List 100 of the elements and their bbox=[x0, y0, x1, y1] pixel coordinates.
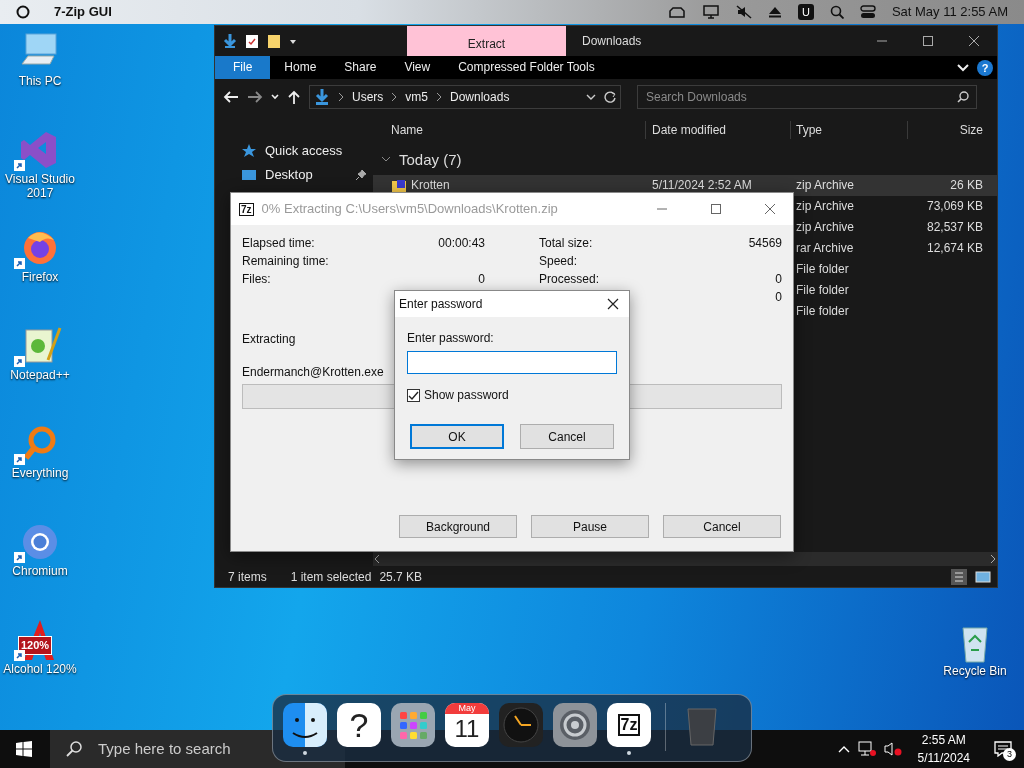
size-cell-text: 12,674 KB bbox=[925, 240, 984, 257]
taskbar-time[interactable]: 2:55 AM bbox=[921, 731, 966, 749]
drive-icon[interactable] bbox=[667, 5, 686, 19]
app-logo: 7z bbox=[239, 202, 254, 216]
logo-text: 120% bbox=[18, 636, 53, 655]
dialog-button[interactable]: OK bbox=[410, 424, 504, 449]
breadcrumb-item[interactable]: vm5 bbox=[405, 88, 428, 106]
muted-speaker-icon[interactable] bbox=[735, 5, 752, 19]
archiver-app-icon[interactable]: 7z bbox=[607, 703, 651, 747]
refresh-icon[interactable] bbox=[604, 91, 616, 103]
close-icon[interactable] bbox=[607, 298, 619, 310]
stat-value: 0 bbox=[775, 289, 782, 306]
context-tab[interactable]: Extract bbox=[407, 26, 566, 56]
column-header[interactable]: Name bbox=[373, 121, 646, 139]
field-label: Enter password: bbox=[407, 330, 495, 347]
network-icon[interactable] bbox=[857, 741, 876, 757]
dropdown-icon[interactable] bbox=[586, 92, 596, 102]
download-icon[interactable] bbox=[223, 33, 237, 49]
group-header[interactable]: Today (7) bbox=[399, 148, 462, 172]
stat-label: Remaining time: bbox=[242, 253, 329, 270]
desktop-icon-label[interactable]: Firefox bbox=[0, 270, 80, 285]
chevron-icon[interactable] bbox=[957, 62, 969, 73]
search-icon[interactable] bbox=[957, 91, 969, 103]
clock-icon[interactable] bbox=[499, 703, 543, 747]
stat-label: Total size: bbox=[539, 235, 593, 252]
dialog-title: 0% Extracting C:\Users\vm5\Downloads\Krotten.zip bbox=[261, 200, 558, 219]
type-cell-text: zip Archive bbox=[795, 198, 856, 215]
speaker-muted-icon[interactable] bbox=[883, 741, 902, 757]
forward-arrow-icon[interactable] bbox=[247, 90, 263, 104]
desktop-icon-label[interactable]: Notepad++ bbox=[0, 368, 80, 383]
type-cell-text: zip Archive bbox=[795, 177, 856, 194]
menubar-clock[interactable]: Sat May 11 2:55 AM bbox=[891, 2, 1008, 22]
stat-value: 54569 bbox=[748, 235, 782, 252]
start-icon[interactable] bbox=[16, 741, 32, 757]
scroll-right-icon[interactable] bbox=[989, 554, 997, 564]
date-cell-text: 5/11/2024 2:52 AM bbox=[651, 177, 753, 194]
stat-label: Elapsed time: bbox=[242, 235, 315, 252]
search-icon bbox=[66, 741, 82, 757]
calendar-day: 11 bbox=[454, 714, 480, 744]
dialog-button[interactable]: Pause bbox=[531, 515, 649, 538]
nav-item[interactable]: Quick access bbox=[265, 141, 343, 161]
help-button[interactable]: ? bbox=[977, 59, 993, 76]
ribbon-tab[interactable]: Compressed Folder Tools bbox=[444, 56, 609, 79]
window-title: Downloads bbox=[581, 33, 642, 50]
help-app-icon[interactable]: ? bbox=[337, 703, 381, 747]
desktop-icon-label[interactable]: Recycle Bin bbox=[943, 664, 1007, 679]
menu-circle-icon[interactable] bbox=[16, 5, 30, 19]
breadcrumb-item[interactable]: Users bbox=[352, 88, 384, 106]
back-arrow-icon[interactable] bbox=[223, 90, 239, 104]
stat-label: Files: bbox=[242, 271, 271, 288]
search-icon[interactable] bbox=[829, 5, 844, 19]
password-field[interactable] bbox=[407, 351, 617, 374]
chevron-up-icon[interactable] bbox=[837, 744, 850, 754]
eject-icon[interactable] bbox=[767, 5, 782, 19]
maximize-icon[interactable] bbox=[711, 204, 721, 214]
pin-icon[interactable] bbox=[355, 169, 367, 181]
taskbar-date[interactable]: 5/11/2024 bbox=[917, 749, 970, 767]
size-cell-text: 26 KB bbox=[949, 177, 984, 194]
stat-label: Processed: bbox=[539, 271, 600, 288]
monitor-icon[interactable] bbox=[701, 5, 720, 19]
column-header[interactable]: Date modified bbox=[646, 121, 791, 139]
column-header[interactable]: Size bbox=[908, 121, 991, 139]
type-cell-text: rar Archive bbox=[795, 240, 855, 257]
dialog-button[interactable]: Cancel bbox=[663, 515, 781, 538]
collapse-chevron-icon[interactable] bbox=[381, 156, 391, 164]
ribbon-tab[interactable]: Home bbox=[270, 56, 331, 79]
dialog-button[interactable]: Background bbox=[399, 515, 517, 538]
checkbox-label[interactable]: Show password bbox=[424, 386, 509, 404]
horizontal-scrollbar[interactable] bbox=[373, 552, 997, 566]
gear-icon[interactable] bbox=[553, 703, 597, 747]
desktop-icon-label[interactable]: This PC bbox=[0, 74, 80, 89]
search-field[interactable]: Search Downloads bbox=[637, 85, 977, 109]
ribbon-tab[interactable]: View bbox=[390, 56, 445, 79]
calendar-app-icon[interactable]: May 11 bbox=[445, 703, 489, 747]
up-arrow-icon[interactable] bbox=[287, 90, 301, 104]
dialog-button[interactable]: Cancel bbox=[520, 424, 614, 449]
finder-face-icon[interactable] bbox=[283, 703, 327, 747]
stat-value: 0 bbox=[478, 271, 485, 288]
breadcrumb-item[interactable]: Downloads bbox=[450, 88, 510, 106]
app-name: 7-Zip GUI bbox=[54, 3, 112, 22]
large-icons-view-icon[interactable] bbox=[975, 568, 991, 585]
control-center-icon[interactable] bbox=[859, 5, 876, 19]
desktop-folder-icon bbox=[241, 167, 257, 183]
maximize-icon[interactable] bbox=[923, 36, 933, 46]
column-header[interactable]: Type bbox=[791, 121, 908, 139]
stat-value: 0 bbox=[775, 271, 782, 288]
nav-item[interactable]: Desktop bbox=[265, 165, 313, 185]
app-grid-icon[interactable] bbox=[391, 703, 435, 747]
close-icon[interactable] bbox=[969, 36, 979, 46]
address-bar[interactable]: Users vm5 Downloads bbox=[309, 85, 621, 109]
star-icon bbox=[241, 143, 257, 159]
status-badge[interactable]: U bbox=[797, 4, 814, 20]
type-cell-text: zip Archive bbox=[795, 219, 856, 236]
folder-icon[interactable] bbox=[267, 33, 281, 49]
desktop-icon-label[interactable]: Visual Studio 2017 bbox=[3, 172, 77, 201]
properties-icon[interactable] bbox=[245, 33, 259, 49]
checkbox[interactable] bbox=[407, 388, 420, 402]
ribbon-tab[interactable]: Share bbox=[330, 56, 391, 79]
details-view-icon[interactable] bbox=[951, 568, 967, 585]
scroll-left-icon[interactable] bbox=[373, 554, 381, 564]
